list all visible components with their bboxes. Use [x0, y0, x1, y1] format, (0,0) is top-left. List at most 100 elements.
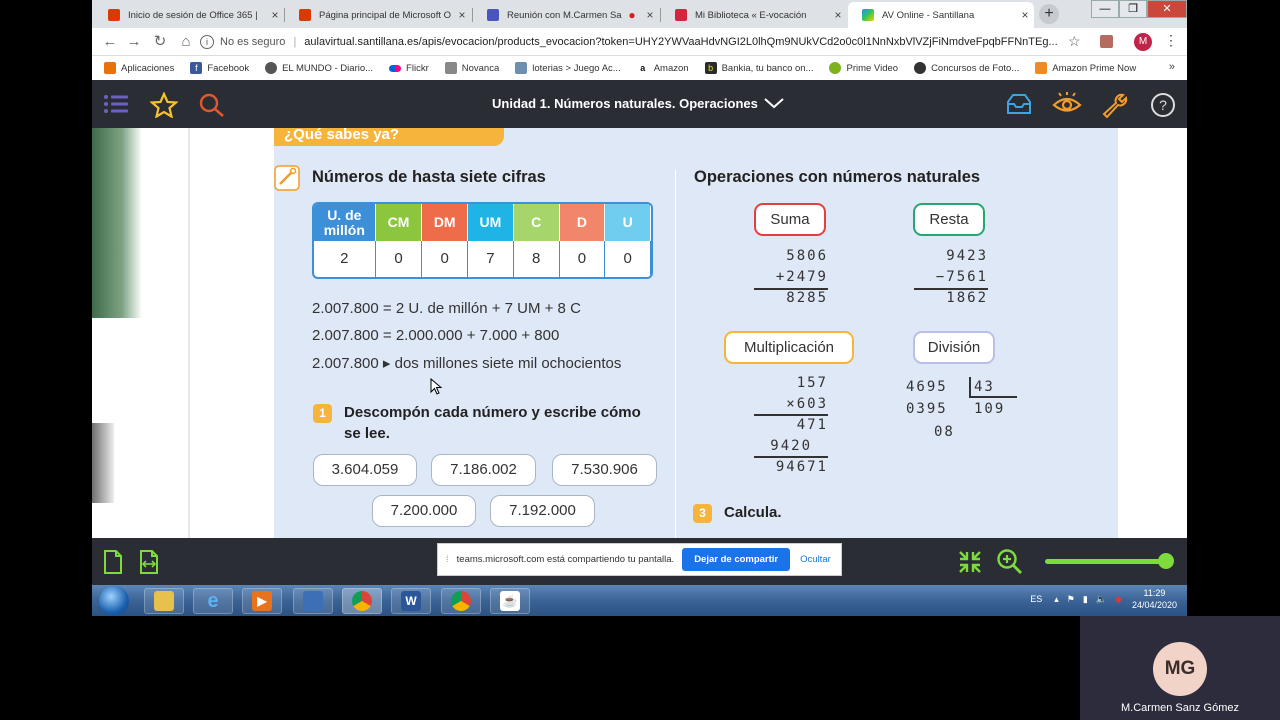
tray-arrow-icon[interactable]: ▴ [1054, 594, 1059, 605]
windows-taskbar: e ▶ W ☕ ES ▴ ⚑ ▮ 🔈 ◆ 11:29 24/04/2020 [92, 585, 1187, 616]
close-icon[interactable]: × [1016, 8, 1034, 22]
bookmarks-bar: Aplicaciones f Facebook EL MUNDO - Diario… [92, 56, 1187, 80]
taskbar-explorer[interactable] [144, 588, 184, 614]
url-bar[interactable]: i No es seguro | aulavirtual.santillana.… [200, 31, 1090, 53]
bookmark-loterias[interactable]: loterias > Juego Ac... [515, 62, 621, 74]
share-notice-text: teams.microsoft.com está compartiendo tu… [456, 554, 675, 565]
bookmark-prime-video[interactable]: Prime Video [829, 62, 898, 74]
zoom-slider[interactable] [1045, 559, 1165, 564]
taskbar-app[interactable] [293, 588, 333, 614]
number-box: 7.200.000 [372, 495, 476, 527]
bookmark-el-mundo[interactable]: EL MUNDO - Diario... [265, 62, 373, 74]
home-icon[interactable]: ⌂ [176, 32, 196, 52]
lottery-icon [515, 62, 528, 74]
info-icon[interactable]: i [200, 35, 214, 49]
suma-operand-2: +2479 [775, 269, 828, 285]
help-icon[interactable]: ? [1149, 92, 1177, 120]
drag-handle-icon[interactable]: ⁞ [446, 554, 449, 565]
pencil-icon [274, 165, 300, 191]
section-banner: ¿Qué sabes ya? [274, 128, 504, 146]
tab-teams-meeting[interactable]: Reunión con M.Carmen Sa ● × [473, 2, 659, 28]
close-icon[interactable]: × [453, 8, 471, 22]
inbox-icon[interactable] [1005, 92, 1033, 116]
unit-title[interactable]: Unidad 1. Números naturales. Operaciones [492, 96, 758, 111]
clock[interactable]: 11:29 24/04/2020 [1132, 587, 1177, 611]
document-icon[interactable] [102, 549, 124, 575]
security-tray-icon[interactable]: ◆ [1115, 594, 1122, 605]
menu-icon[interactable] [102, 92, 130, 116]
stop-sharing-button[interactable]: Dejar de compartir [682, 548, 791, 571]
forward-icon[interactable]: → [124, 32, 144, 52]
mult-operand-1: 157 [796, 375, 828, 391]
decorative-image [92, 128, 142, 318]
taskbar-word[interactable]: W [391, 588, 431, 614]
extension-icon[interactable] [1100, 35, 1113, 48]
browser-tab-bar: Inicio de sesión de Office 365 | × Págin… [92, 0, 1187, 28]
camera-icon [914, 62, 927, 74]
bookmark-bankia[interactable]: b Bankia, tu banco on... [704, 62, 813, 74]
chevron-down-icon[interactable] [763, 96, 785, 110]
flag-icon[interactable]: ⚑ [1067, 594, 1075, 605]
close-icon[interactable]: × [266, 8, 284, 22]
hide-button[interactable]: Ocultar [800, 554, 831, 565]
app-icon [303, 591, 323, 611]
decorative-image [92, 423, 114, 503]
maximize-button[interactable]: ❐ [1119, 0, 1147, 18]
bookmark-flickr[interactable]: Flickr [389, 63, 429, 74]
bookmark-star-icon[interactable]: ☆ [1068, 33, 1081, 50]
exercise-number-badge: 1 [313, 404, 332, 423]
new-tab-button[interactable]: + [1039, 4, 1059, 24]
taskbar-chrome[interactable] [342, 588, 382, 614]
prime-video-icon [829, 62, 842, 74]
search-icon[interactable] [198, 92, 226, 118]
table-value-cell: 7 [468, 241, 514, 277]
bookmark-novanca[interactable]: Novanca [444, 62, 499, 74]
tab-office-login[interactable]: Inicio de sesión de Office 365 | × [94, 2, 284, 28]
reload-icon[interactable]: ↻ [150, 32, 170, 52]
fit-screen-icon[interactable] [957, 549, 983, 575]
close-icon[interactable]: × [641, 8, 659, 22]
close-icon[interactable]: × [829, 8, 847, 22]
recording-icon: ● [628, 8, 636, 22]
close-window-button[interactable]: ✕ [1147, 0, 1187, 18]
tab-av-online[interactable]: AV Online - Santillana × [848, 2, 1034, 28]
security-label: No es seguro [220, 36, 286, 48]
zoom-in-icon[interactable] [996, 548, 1024, 576]
star-icon[interactable] [150, 92, 178, 118]
menu-kebab-icon[interactable]: ⋮ [1164, 32, 1178, 49]
bookmark-concursos[interactable]: Concursos de Foto... [914, 62, 1019, 74]
taskbar-ie[interactable]: e [193, 588, 233, 614]
bookmark-aplicaciones[interactable]: Aplicaciones [104, 62, 174, 74]
book-viewer: ¿Qué sabes ya? Números de hasta siete ci… [92, 128, 1187, 538]
table-value-cell: 0 [605, 241, 651, 277]
equation-1: 2.007.800 = 2 U. de millón + 7 UM + 8 C [312, 300, 581, 317]
document-fit-icon[interactable] [138, 549, 160, 575]
wrench-icon[interactable] [1101, 92, 1129, 118]
bookmark-prime-now[interactable]: Amazon Prime Now [1035, 62, 1136, 74]
tab-microsoft-home[interactable]: Página principal de Microsoft O × [285, 2, 471, 28]
svg-text:?: ? [1159, 97, 1167, 113]
language-indicator[interactable]: ES [1030, 594, 1042, 604]
volume-icon[interactable]: 🔈 [1096, 594, 1107, 605]
number-box: 7.186.002 [431, 454, 536, 486]
taskbar-chrome-2[interactable] [441, 588, 481, 614]
eye-icon[interactable] [1052, 92, 1082, 116]
bookmark-amazon[interactable]: a Amazon [636, 62, 689, 74]
bookmark-facebook[interactable]: f Facebook [190, 62, 249, 74]
network-icon[interactable]: ▮ [1083, 594, 1088, 605]
taskbar-media[interactable]: ▶ [242, 588, 282, 614]
table-value-cell: 0 [560, 241, 606, 277]
taskbar-java[interactable]: ☕ [490, 588, 530, 614]
profile-avatar[interactable]: M [1134, 33, 1152, 51]
folder-icon [154, 591, 174, 611]
minimize-button[interactable]: — [1091, 0, 1119, 18]
division-partial: 0395 [906, 401, 948, 417]
multiplicacion-label: Multiplicación [724, 331, 854, 364]
back-icon[interactable]: ← [100, 32, 120, 52]
start-button[interactable] [99, 586, 129, 616]
tab-mi-biblioteca[interactable]: Mi Biblioteca « E-vocación × [661, 2, 847, 28]
suma-operand-1: 5806 [786, 248, 828, 264]
zoom-slider-handle[interactable] [1158, 553, 1174, 569]
resta-label: Resta [913, 203, 985, 236]
bookmarks-overflow-icon[interactable]: » [1169, 61, 1175, 73]
